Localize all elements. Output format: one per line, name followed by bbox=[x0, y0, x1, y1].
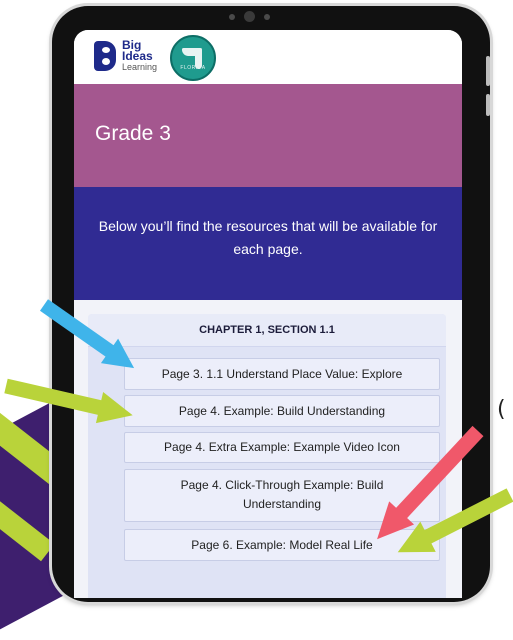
resource-item-label: Page 4. Extra Example: Example Video Ico… bbox=[164, 440, 400, 454]
side-glyph: ( bbox=[497, 397, 506, 422]
page-title: Grade 3 bbox=[95, 122, 171, 145]
state-badge-text: FLORIDA bbox=[180, 65, 206, 71]
logo-line-3: Learning bbox=[122, 62, 158, 72]
tablet-power-button bbox=[486, 94, 490, 116]
resource-item[interactable]: Page 3. 1.1 Understand Place Value: Expl… bbox=[124, 358, 440, 390]
tablet-volume-button bbox=[486, 56, 490, 86]
intro-band: Below you’ll find the resources that wil… bbox=[74, 187, 462, 300]
logo-line-2: Ideas bbox=[122, 49, 153, 63]
sensor-dot-right bbox=[264, 14, 270, 20]
big-ideas-logo-icon[interactable] bbox=[94, 41, 116, 71]
title-band: Grade 3 bbox=[74, 84, 462, 187]
big-ideas-logo-text[interactable]: Big Ideas Learning bbox=[122, 39, 158, 73]
resource-item-label: Page 3. 1.1 Understand Place Value: Expl… bbox=[161, 367, 403, 381]
resource-item[interactable]: Page 4. Extra Example: Example Video Ico… bbox=[124, 432, 440, 463]
section-heading: CHAPTER 1, SECTION 1.1 bbox=[199, 324, 335, 336]
resource-item-label: Page 4. Click-Through Example: Build Und… bbox=[180, 478, 384, 511]
intro-text: Below you’ll find the resources that wil… bbox=[98, 218, 438, 257]
resource-item[interactable]: Page 4. Example: Build Understanding bbox=[124, 395, 440, 427]
section-heading-bar[interactable]: CHAPTER 1, SECTION 1.1 bbox=[88, 314, 446, 347]
camera-icon bbox=[244, 11, 255, 22]
sensor-dot-left bbox=[229, 14, 235, 20]
florida-badge-icon: FLORIDA bbox=[170, 35, 216, 81]
resource-item-label: Page 4. Example: Build Understanding bbox=[178, 404, 386, 418]
site-header: Big Ideas Learning FLORIDA bbox=[74, 30, 462, 84]
